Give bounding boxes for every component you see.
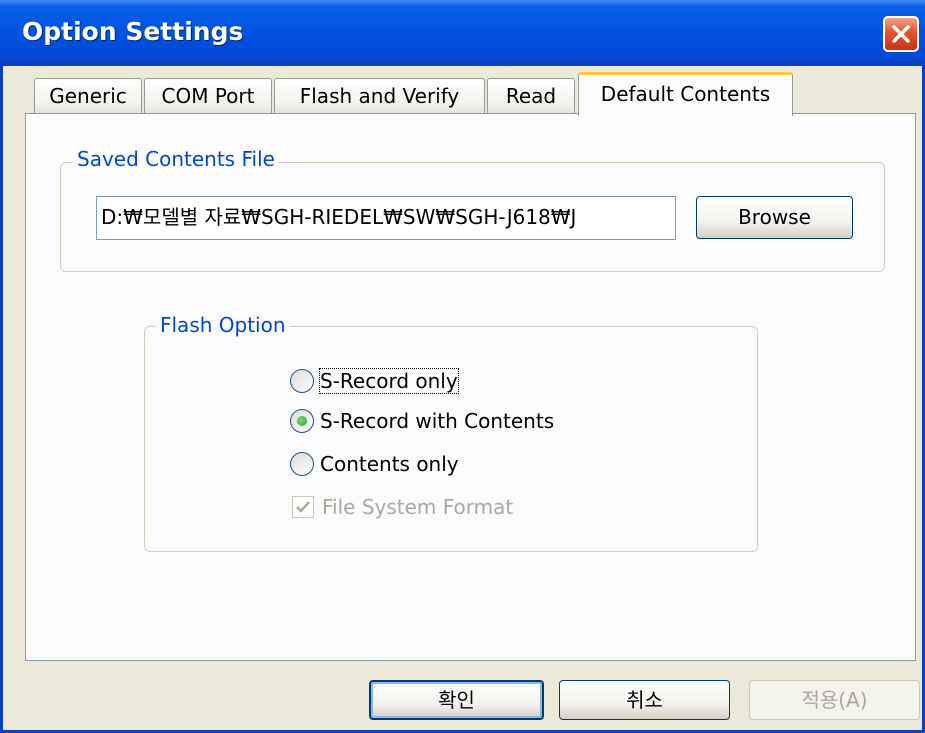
tab-read[interactable]: Read bbox=[487, 78, 575, 114]
tab-label: Generic bbox=[49, 84, 127, 108]
saved-contents-file-label: Saved Contents File bbox=[73, 147, 279, 171]
option-settings-dialog: Option Settings Generic COM Port Flash a… bbox=[0, 0, 925, 733]
tab-label: Read bbox=[505, 84, 557, 108]
close-button[interactable] bbox=[883, 16, 919, 52]
radio-s-record-only[interactable]: S-Record only bbox=[290, 366, 550, 396]
ok-button[interactable]: 확인 bbox=[369, 680, 544, 720]
radio-button[interactable] bbox=[290, 452, 314, 476]
radio-selected-dot bbox=[297, 416, 307, 426]
radio-s-record-with-contents[interactable]: S-Record with Contents bbox=[290, 406, 600, 436]
cancel-button[interactable]: 취소 bbox=[559, 680, 730, 720]
flash-option-label: Flash Option bbox=[156, 313, 290, 337]
radio-button[interactable] bbox=[290, 369, 314, 393]
close-icon bbox=[892, 25, 910, 43]
checkbox-label: File System Format bbox=[322, 495, 514, 519]
checkmark-icon bbox=[296, 501, 310, 513]
tab-flash-and-verify[interactable]: Flash and Verify bbox=[274, 78, 485, 114]
radio-label: Contents only bbox=[320, 452, 459, 476]
radio-label: S-Record only bbox=[319, 368, 459, 394]
tab-label: COM Port bbox=[161, 84, 255, 108]
browse-button[interactable]: Browse bbox=[696, 196, 853, 239]
checkbox[interactable] bbox=[292, 496, 314, 518]
saved-contents-path-field[interactable]: D:₩모델별 자료₩SGH-RIEDEL₩SW₩SGH-J618₩J bbox=[96, 196, 676, 240]
radio-button-selected[interactable] bbox=[290, 409, 314, 433]
tab-generic[interactable]: Generic bbox=[34, 78, 142, 114]
title-bar[interactable]: Option Settings bbox=[0, 0, 925, 66]
tab-com-port[interactable]: COM Port bbox=[144, 78, 272, 114]
checkbox-file-system-format[interactable]: File System Format bbox=[292, 492, 572, 522]
tab-label: Flash and Verify bbox=[299, 84, 460, 108]
window-title: Option Settings bbox=[22, 17, 244, 46]
tab-label: Default Contents bbox=[600, 82, 771, 106]
radio-contents-only[interactable]: Contents only bbox=[290, 449, 520, 479]
radio-label: S-Record with Contents bbox=[320, 409, 555, 433]
tab-default-contents[interactable]: Default Contents bbox=[578, 72, 793, 116]
apply-button[interactable]: 적용(A) bbox=[749, 680, 920, 720]
